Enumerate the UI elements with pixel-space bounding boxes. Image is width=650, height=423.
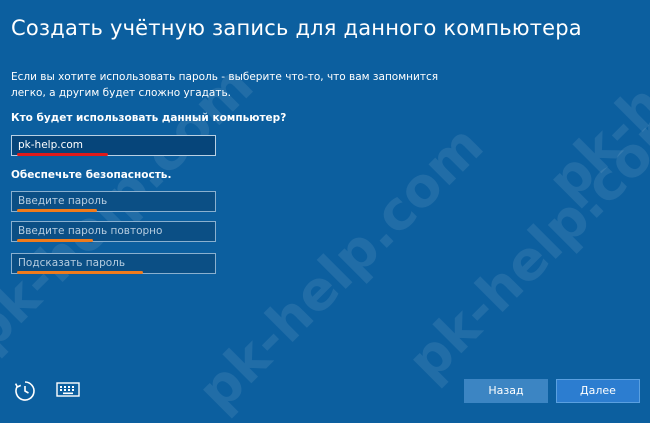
password-hint-placeholder: Подсказать пароль (18, 257, 126, 269)
password-annotation-underline (17, 209, 97, 212)
username-value: pk-help.com (18, 139, 83, 151)
next-button[interactable]: Далее (556, 379, 640, 403)
back-button[interactable]: Назад (464, 379, 548, 403)
watermark-2: pk-help.com (185, 113, 496, 423)
page-title: Создать учётную запись для данного компь… (11, 16, 582, 40)
who-label: Кто будет использовать данный компьютер? (11, 112, 287, 124)
page-description: Если вы хотите использовать пароль - выб… (11, 71, 439, 99)
username-annotation-underline (17, 153, 108, 156)
password-repeat-placeholder: Введите пароль повторно (18, 225, 163, 237)
password-placeholder: Введите пароль (18, 195, 108, 207)
watermark-3: pk-help.com (395, 83, 650, 393)
password-hint-annotation-underline (17, 271, 143, 274)
password-repeat-annotation-underline (17, 239, 93, 242)
keyboard-icon[interactable] (56, 382, 80, 398)
security-label: Обеспечьте безопасность. (11, 169, 172, 181)
accessibility-icon[interactable] (13, 379, 37, 403)
